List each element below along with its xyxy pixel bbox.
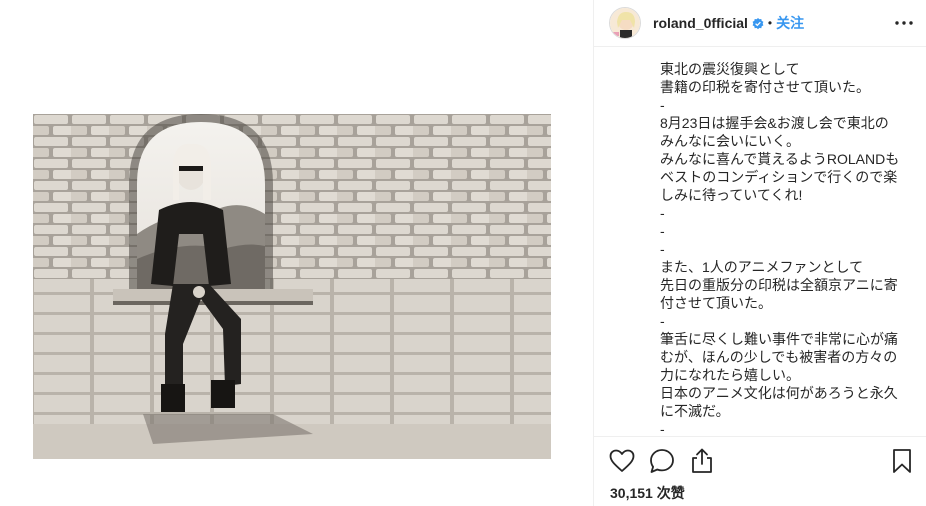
post-photo[interactable]	[33, 114, 551, 459]
more-options-icon[interactable]	[894, 13, 914, 33]
action-bar: 30,151 次赞	[594, 436, 926, 506]
comment-icon[interactable]	[648, 447, 676, 475]
avatar[interactable]	[609, 7, 641, 39]
follow-button[interactable]: 关注	[776, 13, 804, 33]
caption-text: 東北の震災復興として 書籍の印税を寄付させて頂いた。 - 8月23日は握手会&お…	[660, 61, 900, 436]
verified-badge-icon	[752, 17, 764, 30]
post-header: roland_0fficial • 关注	[594, 0, 926, 47]
share-icon[interactable]	[688, 447, 716, 475]
post-media-area	[0, 0, 593, 506]
bookmark-icon[interactable]	[888, 447, 916, 475]
caption-area: 東北の震災復興として 書籍の印税を寄付させて頂いた。 - 8月23日は握手会&お…	[594, 48, 926, 436]
separator-dot: •	[767, 16, 773, 30]
photo-image	[33, 114, 551, 459]
post-sidebar: roland_0fficial • 关注 東北の震災復興として 書籍の印税を寄付…	[593, 0, 926, 506]
username-link[interactable]: roland_0fficial	[653, 15, 748, 31]
action-row	[594, 447, 926, 477]
likes-count[interactable]: 30,151 次赞	[610, 483, 685, 503]
heart-icon[interactable]	[608, 447, 636, 475]
